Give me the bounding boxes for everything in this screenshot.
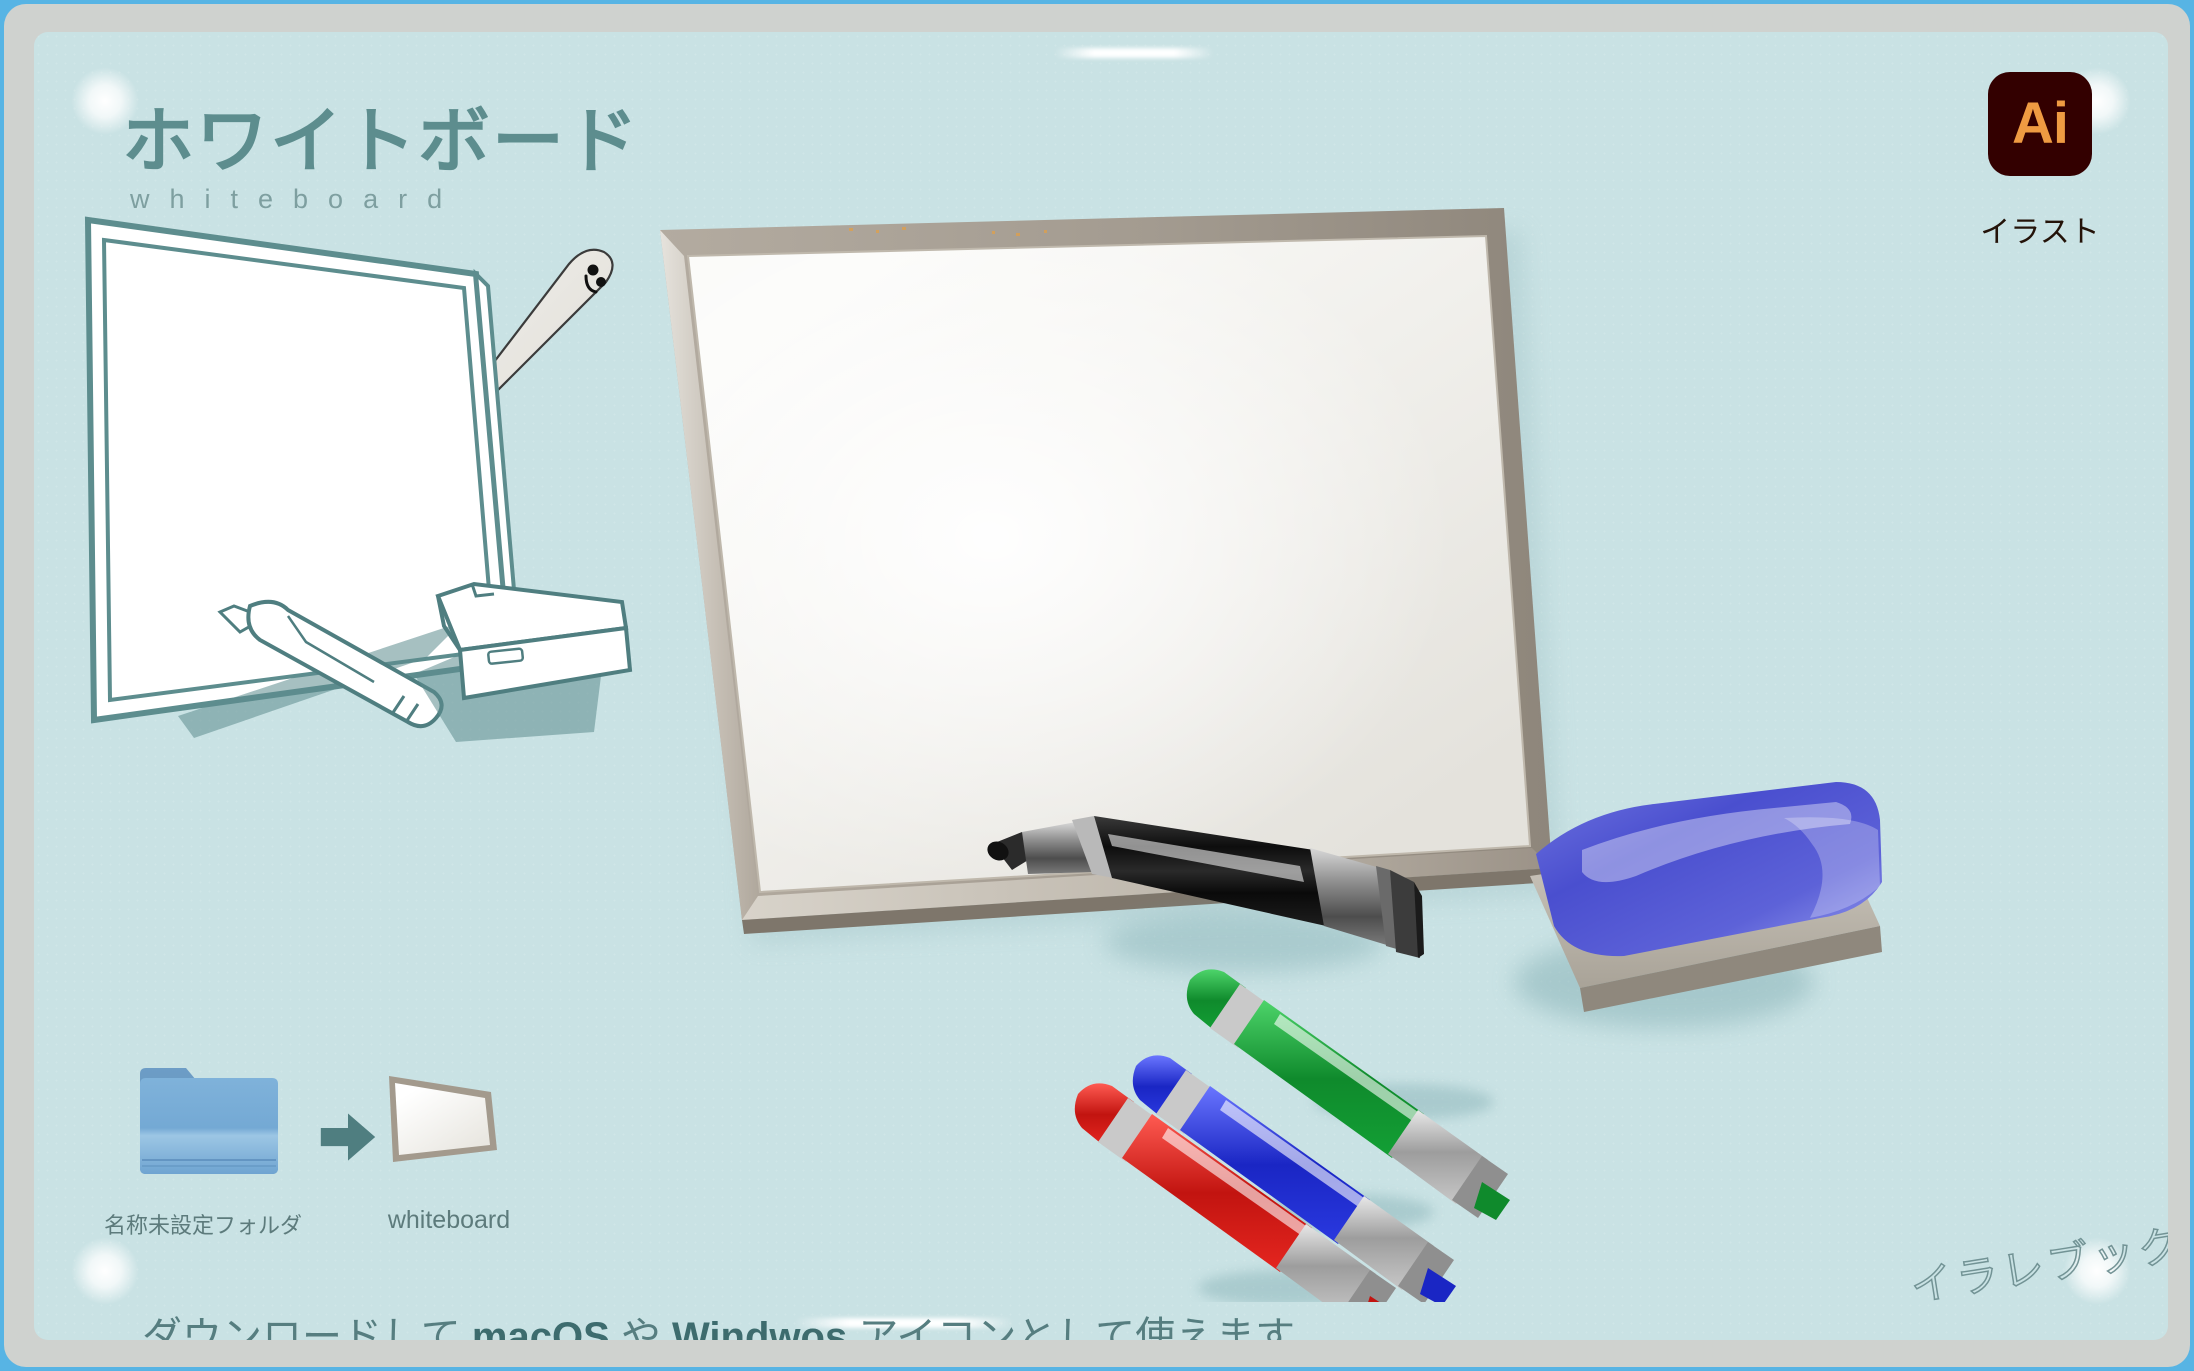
- download-caption: ダウンロードして macOS や Windwos アイコンとして使えます: [142, 1304, 1295, 1340]
- page-title: ホワイトボード: [122, 102, 641, 182]
- row-arrow-right-icon: [320, 1113, 376, 1161]
- whiteboard-rendered: [660, 208, 1882, 1302]
- icon-conversion-row: 名称未設定フォルダ whiteboard: [104, 1060, 624, 1260]
- whiteboard-eraser: [1514, 782, 1882, 1028]
- canvas-root: ホワイトボード whiteboard Ai イラスト 名称未設定フォルダ whi…: [0, 0, 2194, 1371]
- stylus-eye-right: [596, 277, 606, 287]
- edge-highlight-top: [1054, 48, 1214, 58]
- caption-macos: macOS: [471, 1315, 610, 1340]
- whiteboard-icon-label: whiteboard: [387, 1206, 511, 1234]
- folder-icon-label: 名称未設定フォルダ: [104, 1213, 303, 1238]
- caption-mid: や: [609, 1315, 673, 1340]
- illustrator-app-badge: Ai: [1988, 72, 2092, 176]
- whiteboard-small-icon: [389, 1076, 497, 1162]
- line-art-eraser: [414, 581, 633, 742]
- content-panel: ホワイトボード whiteboard Ai イラスト 名称未設定フォルダ whi…: [34, 32, 2168, 1340]
- stylus-eye-left: [587, 264, 599, 276]
- outer-frame: ホワイトボード whiteboard Ai イラスト 名称未設定フォルダ whi…: [4, 4, 2190, 1367]
- caption-prefix: ダウンロードして: [142, 1315, 472, 1340]
- ai-glyph: Ai: [2012, 91, 2069, 156]
- caption-windows: Windwos: [672, 1315, 848, 1340]
- caption-suffix: アイコンとして使えます: [847, 1315, 1296, 1340]
- folder-icon: [140, 1068, 278, 1174]
